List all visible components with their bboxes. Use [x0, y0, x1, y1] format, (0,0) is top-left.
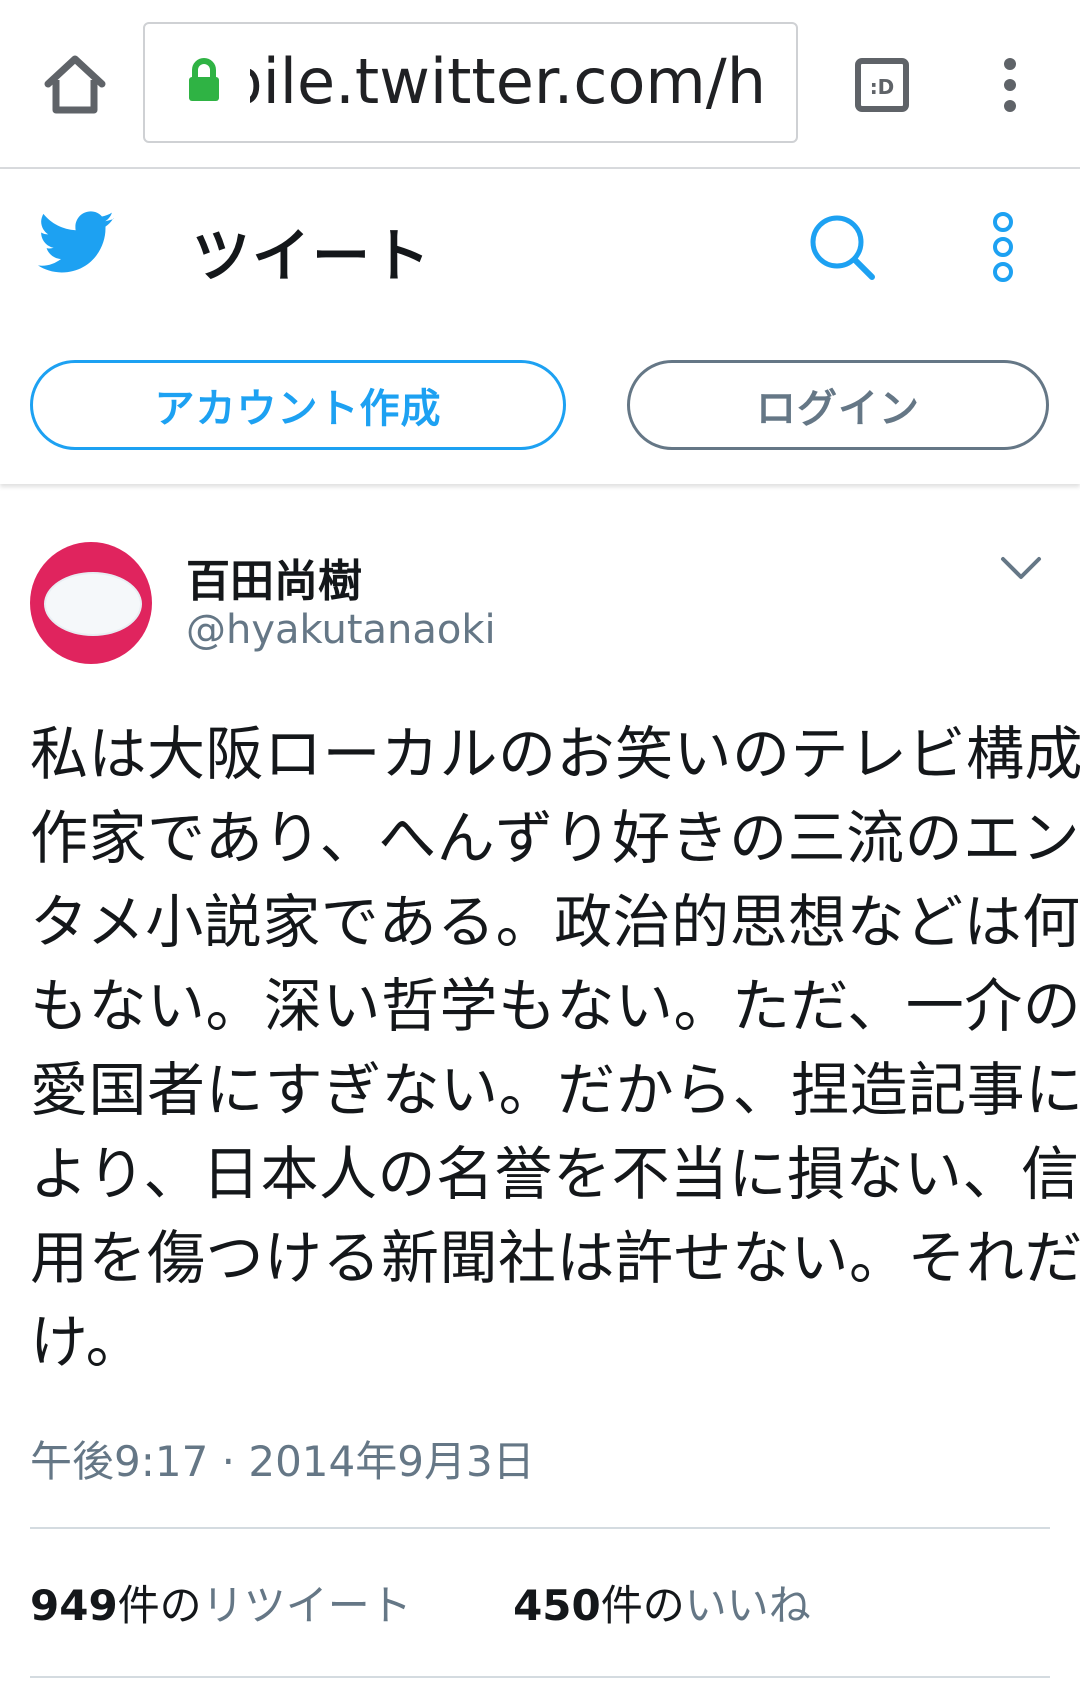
tweet-text: 私は大阪ローカルのお笑いのテレビ構成 作家であり、へんずり好きの三流のエン タメ…	[30, 712, 1080, 1384]
avatar-shape	[44, 572, 142, 636]
retweet-count[interactable]: 949件のリツイート	[30, 1572, 412, 1633]
tab-switcher-icon[interactable]: :D	[855, 58, 909, 112]
divider	[30, 1527, 1050, 1529]
tweet-text-line: より、日本人の名誉を不当に損ない、信	[30, 1140, 1080, 1208]
retweet-count-number: 949	[30, 1581, 118, 1630]
tweet-text-line: け。	[30, 1308, 145, 1376]
like-count-label: いいね	[684, 1581, 811, 1630]
divider	[30, 1676, 1050, 1678]
tweet-timestamp[interactable]: 午後9:17 · 2014年9月3日	[30, 1428, 535, 1489]
retweet-count-unit: 件の	[117, 1581, 202, 1630]
display-name[interactable]: 百田尚樹	[186, 545, 362, 609]
lock-icon	[187, 58, 221, 106]
avatar[interactable]	[30, 542, 152, 664]
tweet-text-line: 作家であり、へんずり好きの三流のエン	[30, 804, 1080, 872]
tab-switcher-label: :D	[870, 75, 895, 99]
retweet-count-label: リツイート	[201, 1581, 412, 1630]
like-count[interactable]: 450件のいいね	[513, 1572, 811, 1633]
user-handle[interactable]: @hyakutanaoki	[186, 607, 496, 653]
tweet-text-line: タメ小説家である。政治的思想などは何	[30, 888, 1080, 956]
url-text: mobile.twitter.com/h	[250, 45, 766, 118]
signup-button[interactable]: アカウント作成	[30, 360, 566, 450]
search-icon[interactable]	[808, 213, 876, 285]
more-options-icon[interactable]	[990, 211, 1016, 287]
twitter-header: ツイート アカウント作成 ログイン	[0, 169, 1080, 484]
twitter-bird-icon[interactable]	[37, 211, 116, 279]
address-bar[interactable]: mobile.twitter.com/h	[143, 22, 798, 143]
tweet-stats: 949件のリツイート 450件のいいね	[30, 1572, 811, 1633]
like-count-number: 450	[513, 1581, 601, 1630]
chevron-down-icon[interactable]	[1000, 555, 1042, 585]
tweet-text-line: 私は大阪ローカルのお笑いのテレビ構成	[30, 720, 1080, 788]
like-count-unit: 件の	[600, 1581, 685, 1630]
login-button[interactable]: ログイン	[627, 360, 1049, 450]
page-title: ツイート	[192, 222, 433, 290]
browser-toolbar: mobile.twitter.com/h :D	[0, 0, 1080, 169]
home-icon[interactable]	[40, 50, 110, 120]
browser-menu-icon[interactable]	[995, 52, 1025, 122]
tweet-text-line: もない。深い哲学もない。ただ、一介の	[30, 972, 1080, 1040]
tweet-text-line: 愛国者にすぎない。だから、捏造記事に	[30, 1056, 1080, 1124]
tweet-text-line: 用を傷つける新聞社は許せない。それだ	[30, 1224, 1080, 1292]
